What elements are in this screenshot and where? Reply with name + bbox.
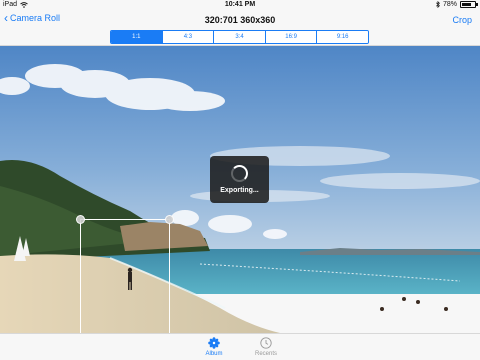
- ratio-segment-16-9[interactable]: 16:9: [264, 31, 317, 43]
- ratio-toolbar: 1:1 4:3 3:4 16:9 9:16: [0, 30, 480, 46]
- crop-handle-top-right[interactable]: [165, 215, 174, 224]
- clock-icon: [260, 337, 272, 349]
- crop-button[interactable]: Crop: [452, 15, 472, 25]
- aspect-ratio-control: 1:1 4:3 3:4 16:9 9:16: [110, 30, 369, 44]
- tab-recents-label: Recents: [254, 351, 277, 357]
- tab-recents[interactable]: Recents: [246, 337, 286, 357]
- tab-bar: Album Recents: [0, 333, 480, 360]
- status-bar: iPad 10:41 PM 78%: [0, 0, 480, 10]
- battery-icon: [460, 1, 478, 8]
- spinner-icon: [231, 165, 248, 182]
- flower-icon: [208, 337, 220, 349]
- nav-bar: ‹ Camera Roll 320:701 360x360 Crop: [0, 10, 480, 30]
- ratio-segment-1-1[interactable]: 1:1: [111, 31, 162, 43]
- ratio-segment-4-3[interactable]: 4:3: [161, 31, 214, 43]
- bluetooth-icon: [436, 1, 440, 8]
- page-title: 320:701 360x360: [204, 15, 276, 25]
- hud-label: Exporting...: [220, 187, 259, 194]
- tab-album[interactable]: Album: [194, 337, 234, 357]
- crop-frame[interactable]: [76, 215, 174, 333]
- battery-percent: 78%: [442, 1, 457, 8]
- crop-handle-top-left[interactable]: [76, 215, 85, 224]
- exporting-hud: Exporting...: [210, 156, 269, 203]
- photo-canvas[interactable]: Exporting...: [0, 46, 480, 333]
- ratio-segment-3-4[interactable]: 3:4: [213, 31, 265, 43]
- status-right: 78%: [436, 1, 478, 8]
- ratio-segment-9-16[interactable]: 9:16: [316, 31, 368, 43]
- status-time: 10:41 PM: [224, 1, 256, 8]
- tab-album-label: Album: [205, 351, 223, 357]
